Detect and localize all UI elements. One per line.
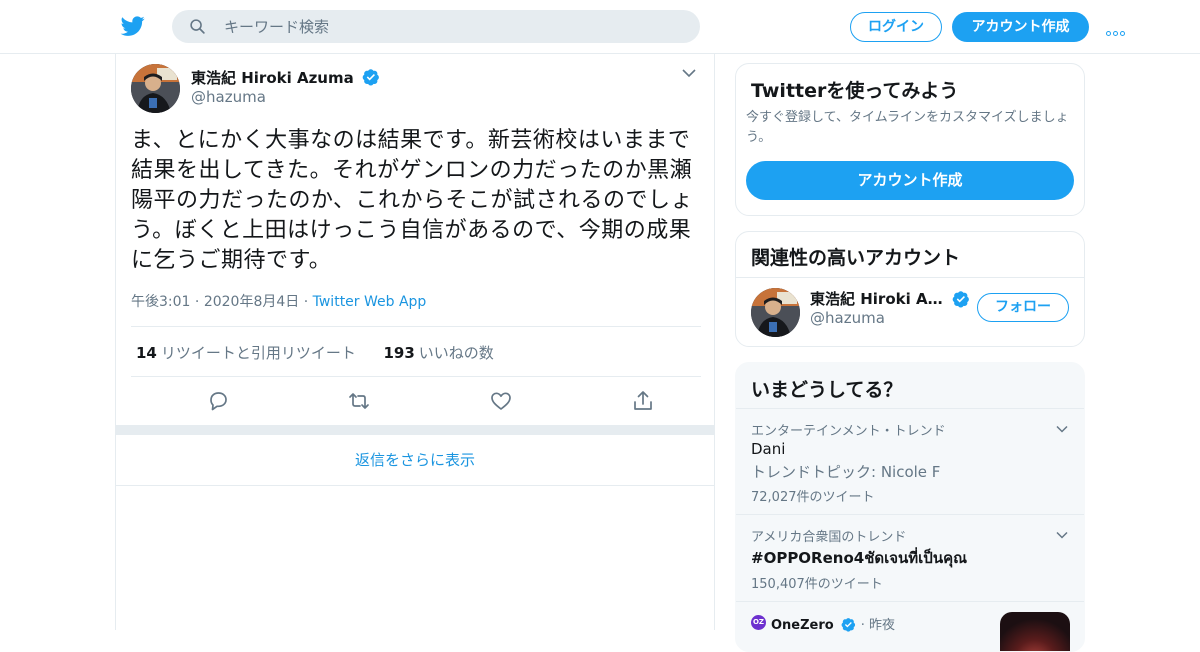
trends-title: いまどうしてる？ [751, 379, 903, 401]
reply-icon[interactable] [206, 389, 230, 413]
avatar[interactable] [131, 64, 180, 113]
divider [736, 277, 1084, 278]
search-box[interactable] [172, 10, 700, 43]
trend-context: アメリカ合衆国のトレンド [751, 530, 907, 545]
show-more-replies-link[interactable]: 返信をさらに表示 [116, 436, 714, 486]
section-separator [116, 425, 714, 435]
tweet-date[interactable]: 2020年8月4日 [204, 294, 299, 310]
trend-count: 150,407件のツイート [751, 577, 883, 592]
trend-name[interactable]: Dani [751, 440, 785, 458]
trends-card: いまどうしてる？ エンターテインメント・トレンド Dani トレンドトピック: … [735, 362, 1085, 652]
avatar[interactable] [751, 288, 800, 337]
signup-button[interactable]: アカウント作成 [952, 12, 1089, 42]
trend-name[interactable]: #OPPOReno4ชัดเจนที่เป็นคุณ [751, 546, 967, 570]
tweet-time[interactable]: 午後3:01 [131, 294, 190, 310]
tweet-actions [131, 389, 701, 413]
trend-item[interactable]: アメリカ合衆国のトレンド #OPPOReno4ชัดเจนที่เป็นคุณ … [736, 514, 1084, 601]
signup-card-button[interactable]: アカウント作成 [746, 161, 1074, 200]
divider [131, 376, 701, 377]
related-account-name[interactable]: 東浩紀 Hiroki Azu... [810, 288, 970, 309]
news-source-name: OneZero [771, 618, 834, 633]
like-count: 193 [383, 344, 415, 362]
verified-icon [952, 291, 970, 308]
author-name-text[interactable]: 東浩紀 Hiroki Azuma [191, 69, 354, 87]
retweet-count: 14 [136, 344, 157, 362]
retweet-label: リツイートと引用リツイート [160, 344, 356, 362]
related-accounts-card: 関連性の高いアカウント 東浩紀 Hiroki Azu... @hazuma フォ… [735, 231, 1085, 347]
verified-icon [362, 69, 379, 86]
trend-subtitle: トレンドトピック: Nicole F [751, 463, 941, 481]
related-account-handle[interactable]: @hazuma [810, 309, 885, 327]
main-column: 東浩紀 Hiroki Azuma @hazuma ま、とにかく大事なのは結果です… [115, 54, 715, 630]
signup-card-title: Twitterを使ってみよう [751, 80, 959, 102]
more-icon[interactable] [1106, 21, 1130, 36]
like-stat[interactable]: 193 いいねの数 [383, 344, 493, 362]
retweet-stat[interactable]: 14 リツイートと引用リツイート [136, 344, 361, 362]
news-source: OneZero · 昨夜 [771, 618, 896, 633]
search-input[interactable] [222, 10, 682, 43]
chevron-down-icon[interactable] [682, 68, 696, 78]
trend-item[interactable]: エンターテインメント・トレンド Dani トレンドトピック: Nicole F … [736, 408, 1084, 514]
news-time: 昨夜 [869, 618, 896, 633]
author-handle[interactable]: @hazuma [191, 88, 266, 106]
trend-count: 72,027件のツイート [751, 490, 875, 505]
tweet-meta: 午後3:01 · 2020年8月4日 · Twitter Web App [131, 294, 427, 310]
author-name[interactable]: 東浩紀 Hiroki Azuma [191, 67, 380, 88]
like-icon[interactable] [489, 389, 513, 413]
retweet-icon[interactable] [347, 389, 371, 413]
login-button[interactable]: ログイン [850, 12, 942, 42]
divider [131, 326, 701, 327]
news-thumbnail[interactable] [1000, 612, 1070, 651]
related-account-name-text[interactable]: 東浩紀 Hiroki Azu... [810, 288, 944, 309]
follow-button[interactable]: フォロー [977, 293, 1069, 322]
search-icon [190, 19, 205, 34]
news-item[interactable]: OZ OneZero · 昨夜 [736, 601, 1084, 651]
tweet-source-link[interactable]: Twitter Web App [313, 294, 427, 310]
tweet-stats: 14 リツイートと引用リツイート 193 いいねの数 [136, 342, 494, 363]
related-accounts-title: 関連性の高いアカウント [751, 247, 961, 269]
trend-context: エンターテインメント・トレンド [751, 424, 946, 439]
top-bar: ログイン アカウント作成 [0, 0, 1200, 54]
signup-card-description: 今すぐ登録して、タイムラインをカスタマイズしましょう。 [746, 110, 1069, 145]
like-label: いいねの数 [418, 344, 494, 362]
chevron-down-icon[interactable] [1056, 425, 1068, 433]
share-icon[interactable] [631, 389, 655, 413]
tweet-text: ま、とにかく大事なのは結果です。新芸術校はいままで結果を出してきた。それがゲンロ… [131, 128, 694, 273]
chevron-down-icon[interactable] [1056, 531, 1068, 539]
signup-card: Twitterを使ってみよう 今すぐ登録して、タイムラインをカスタマイズしましょ… [735, 63, 1085, 216]
twitter-bird-icon[interactable] [120, 14, 146, 38]
onezero-logo-icon: OZ [751, 615, 766, 630]
